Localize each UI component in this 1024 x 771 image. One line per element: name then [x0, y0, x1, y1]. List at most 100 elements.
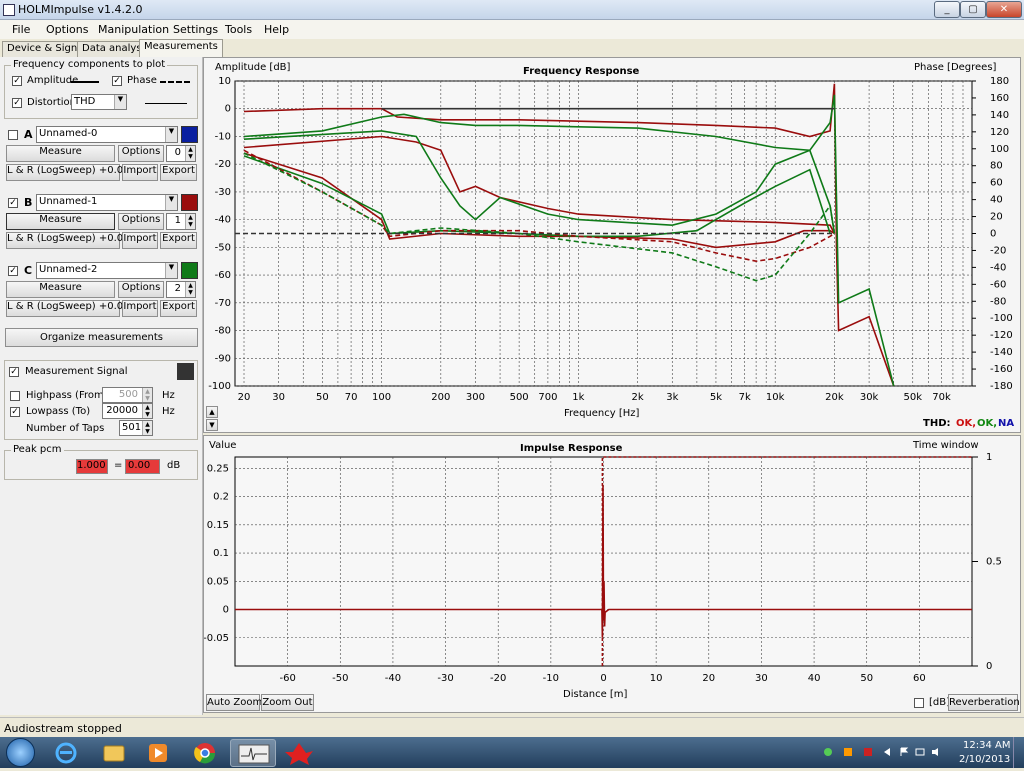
tray-app-icon[interactable] [823, 747, 833, 757]
measurement-b-index-spinner[interactable]: 1 ▲ ▼ [166, 213, 196, 230]
measurement-b-options-button[interactable]: Options [118, 213, 164, 230]
menu-manipulation[interactable]: Manipulation [98, 23, 169, 36]
reverberation-button[interactable]: Reverberation [948, 694, 1020, 711]
thd-status-3: NA [998, 418, 1015, 429]
tab-measurements[interactable]: Measurements [139, 39, 223, 57]
holmimpulse-taskbar-icon[interactable] [230, 739, 276, 767]
measurement-a-checkbox[interactable] [8, 130, 18, 140]
frequency-response-chart[interactable]: 100-10-20-30-40-50-60-70-80-90-100180160… [204, 58, 1022, 434]
app-red-icon[interactable] [279, 739, 319, 767]
x-tick-label: 500 [510, 392, 529, 403]
show-hidden-icons-icon[interactable] [882, 747, 892, 757]
spinner-arrows-icon[interactable]: ▲ ▼ [142, 421, 152, 435]
db-checkbox[interactable] [914, 698, 924, 708]
measurement-c-import-button[interactable]: Import [122, 300, 158, 317]
show-desktop-button[interactable] [1013, 737, 1024, 768]
amplitude-checkbox[interactable]: ✓ [12, 76, 22, 86]
spinner-arrows-icon[interactable]: ▲ ▼ [142, 404, 152, 418]
measurement-a-color-swatch[interactable] [181, 126, 198, 143]
distortion-label: Distortion [27, 97, 76, 108]
auto-zoom-button[interactable]: Auto Zoom [206, 694, 262, 711]
status-text: Audiostream stopped [4, 722, 122, 735]
measurement-a-index-spinner[interactable]: 0 ▲ ▼ [166, 145, 196, 162]
start-button[interactable] [6, 738, 35, 767]
close-button[interactable]: ✕ [986, 1, 1022, 18]
minimize-button[interactable]: _ [934, 1, 960, 18]
menu-tools[interactable]: Tools [225, 23, 252, 36]
measurement-c-index-spinner[interactable]: 2 ▲ ▼ [166, 281, 196, 298]
measurement-a-import-button[interactable]: Import [122, 164, 158, 181]
measurement-a-signal-button[interactable]: L & R (LogSweep) +0.0dB [6, 164, 136, 181]
measurement-b-name-select[interactable]: Unnamed-1 ▼ [36, 194, 178, 211]
measurement-a-export-button[interactable]: Export [160, 164, 197, 181]
clock-time[interactable]: 12:34 AM [963, 740, 1010, 751]
network-icon[interactable] [915, 747, 925, 757]
distortion-type-select[interactable]: THD ▼ [71, 94, 127, 110]
phase-checkbox[interactable]: ✓ [112, 76, 122, 86]
spinner-arrows-icon[interactable]: ▲ ▼ [185, 146, 195, 161]
measurement-a-name-select[interactable]: Unnamed-0 ▼ [36, 126, 178, 143]
spinner-arrows-icon[interactable]: ▲ ▼ [142, 388, 152, 402]
highpass-checkbox[interactable] [10, 391, 20, 401]
highpass-spinner[interactable]: 500 ▲ ▼ [102, 387, 153, 403]
measurement-c-color-swatch[interactable] [181, 262, 198, 279]
tray-flag-icon[interactable] [863, 747, 873, 757]
scroll-up-icon[interactable]: ▲ [206, 406, 218, 418]
scroll-down-icon[interactable]: ▼ [206, 419, 218, 431]
media-player-icon[interactable] [138, 739, 178, 767]
measurement-b-color-swatch[interactable] [181, 194, 198, 211]
measurement-c-measure-button[interactable]: Measure [6, 281, 115, 298]
spinner-arrows-icon[interactable]: ▲ ▼ [185, 214, 195, 229]
measurement-c-export-button[interactable]: Export [160, 300, 197, 317]
measurement-signal-checkbox[interactable]: ✓ [9, 367, 19, 377]
maximize-button[interactable]: ▢ [960, 1, 986, 18]
peak-db-value: 0.00 [125, 459, 160, 474]
lowpass-label: Lowpass (To) [26, 406, 91, 417]
y-right-tick-label: 60 [990, 178, 1003, 189]
measurement-b-measure-button[interactable]: Measure [6, 213, 115, 230]
x-tick-label: 10 [650, 673, 663, 684]
lowpass-checkbox[interactable]: ✓ [10, 407, 20, 417]
distortion-checkbox[interactable]: ✓ [12, 98, 22, 108]
measurement-a-options-button[interactable]: Options [118, 145, 164, 162]
measurement-c-name-select[interactable]: Unnamed-2 ▼ [36, 262, 178, 279]
measurement-b: ✓ B Unnamed-1 ▼ Measure Options 1 ▲ ▼ L & R… [4, 193, 200, 249]
measurement-c-checkbox[interactable]: ✓ [8, 266, 18, 276]
lowpass-spinner[interactable]: 20000 ▲ ▼ [102, 403, 153, 419]
measurement-signal-color-swatch[interactable] [177, 363, 194, 380]
phase-line-sample [160, 81, 190, 83]
y-right-tick-label: 40 [990, 195, 1003, 206]
menu-options[interactable]: Options [46, 23, 88, 36]
impulse-response-chart[interactable]: -60 -50 -40 -30 -20 -10 0 10 20 30 40 50 600.250.20.… [204, 436, 1022, 714]
file-explorer-icon[interactable] [94, 739, 134, 767]
internet-explorer-icon[interactable] [46, 739, 86, 767]
measurement-b-import-button[interactable]: Import [122, 232, 158, 249]
y-right-tick-label: 0 [986, 661, 992, 672]
measurement-c-options-button[interactable]: Options [118, 281, 164, 298]
measurement-b-export-button[interactable]: Export [160, 232, 197, 249]
menu-settings[interactable]: Settings [173, 23, 218, 36]
action-center-icon[interactable] [899, 747, 909, 757]
measurement-a-measure-button[interactable]: Measure [6, 145, 115, 162]
x-tick-label: 1k [572, 392, 584, 403]
menu-file[interactable]: File [12, 23, 30, 36]
measurement-b-checkbox[interactable]: ✓ [8, 198, 18, 208]
taps-label: Number of Taps [26, 423, 105, 434]
measurement-c-signal-button[interactable]: L & R (LogSweep) +0.0dB [6, 300, 136, 317]
y-right-tick-label: 80 [990, 161, 1003, 172]
volume-icon[interactable] [931, 747, 941, 757]
y-right-tick-label: 1 [986, 452, 992, 463]
menu-help[interactable]: Help [264, 23, 289, 36]
spinner-arrows-icon[interactable]: ▲ ▼ [185, 282, 195, 297]
organize-measurements-button[interactable]: Organize measurements [5, 328, 198, 347]
measurement-b-signal-button[interactable]: L & R (LogSweep) +0.0dB [6, 232, 136, 249]
taps-spinner[interactable]: 501 ▲ ▼ [119, 420, 153, 436]
clock-date[interactable]: 2/10/2013 [959, 754, 1010, 765]
chrome-icon[interactable] [185, 739, 225, 767]
tray-notification-icon[interactable] [843, 747, 853, 757]
zoom-out-button[interactable]: Zoom Out [261, 694, 314, 711]
x-tick-label: 20 [702, 673, 715, 684]
measurement-a-index: 0 [174, 147, 181, 158]
y-right-tick-label: -80 [990, 296, 1006, 307]
y-tick-label: 0.05 [207, 576, 229, 587]
